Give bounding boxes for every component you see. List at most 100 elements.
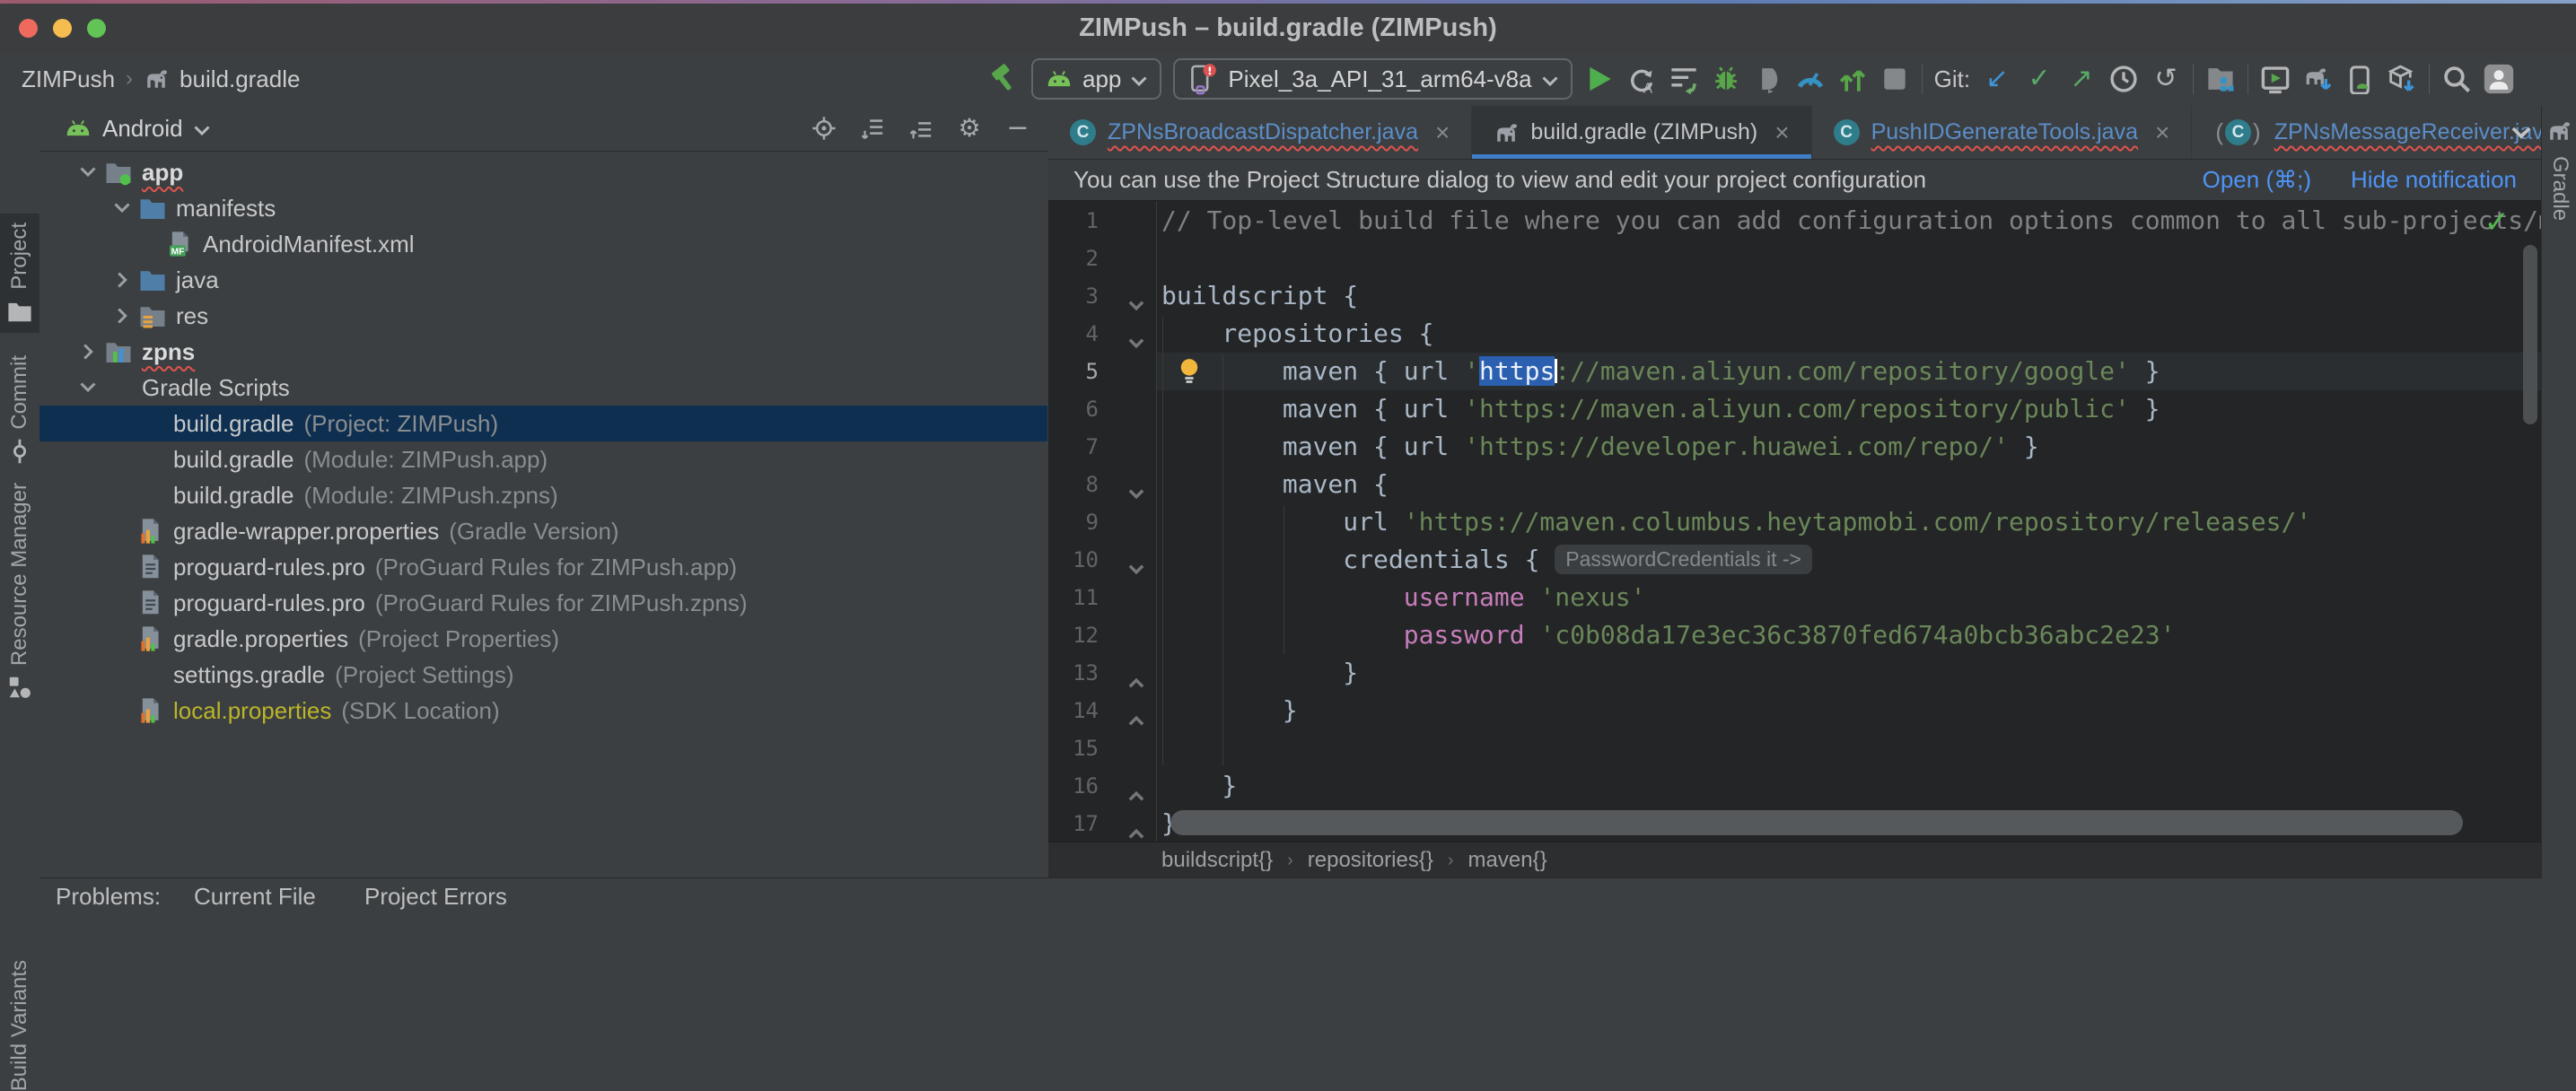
code-line[interactable]	[1157, 729, 2542, 767]
tree-item[interactable]: build.gradle(Project: ZIMPush)	[39, 406, 1047, 441]
locate-target-icon[interactable]	[811, 116, 837, 141]
tree-item[interactable]: zpns	[39, 334, 1047, 370]
fold-end-icon[interactable]	[1127, 816, 1145, 834]
attach-debugger-icon[interactable]	[1753, 64, 1783, 94]
code-editor[interactable]: 1234567891011121314151617 // Top-level b…	[1048, 202, 2542, 842]
tree-item[interactable]: build.gradle(Module: ZIMPush.app)	[39, 441, 1047, 477]
tree-item[interactable]: manifests	[39, 190, 1047, 226]
chevron-down-icon[interactable]	[80, 164, 105, 180]
vertical-scrollbar[interactable]	[2523, 245, 2537, 424]
breadcrumb-file[interactable]: build.gradle	[180, 65, 300, 93]
build-hammer-icon[interactable]	[989, 64, 1020, 94]
chevron-down-icon[interactable]	[80, 380, 105, 396]
code-line[interactable]: buildscript {	[1157, 277, 2542, 315]
fold-open-icon[interactable]	[1127, 326, 1145, 344]
stop-button[interactable]	[1879, 64, 1910, 94]
run-config-select[interactable]: app	[1031, 58, 1161, 100]
code-line[interactable]: }	[1157, 654, 2542, 692]
gradle-sync-icon[interactable]	[2302, 64, 2333, 94]
gradle-elephant-icon[interactable]	[2546, 118, 2572, 144]
fold-open-icon[interactable]	[1127, 552, 1145, 570]
expand-all-icon[interactable]	[860, 116, 885, 141]
git-commit-check-icon[interactable]: ✓	[2024, 64, 2055, 94]
tree-item[interactable]: local.properties(SDK Location)	[39, 693, 1047, 729]
breadcrumb-item[interactable]: repositories{}	[1308, 848, 1433, 873]
settings-gear-icon[interactable]: ⚙	[957, 116, 982, 141]
project-structure-icon[interactable]	[2205, 64, 2236, 94]
profile-avatar[interactable]	[2484, 64, 2514, 94]
run-tasks-list-icon[interactable]	[1669, 64, 1699, 94]
tree-item[interactable]: res	[39, 298, 1047, 334]
notification-hide-link[interactable]: Hide notification	[2351, 166, 2517, 194]
code-line[interactable]: }	[1157, 767, 2542, 805]
fold-open-icon[interactable]	[1127, 288, 1145, 306]
run-button[interactable]	[1584, 64, 1615, 94]
tool-button-commit[interactable]: Commit	[0, 355, 39, 464]
breadcrumb-item[interactable]: maven{}	[1468, 848, 1547, 873]
editor-tab[interactable]: build.gradle (ZIMPush)×	[1472, 106, 1811, 159]
code-line[interactable]: maven { url 'https://maven.aliyun.com/re…	[1157, 353, 2542, 390]
intention-bulb-icon[interactable]	[1176, 358, 1203, 385]
code-line[interactable]	[1157, 240, 2542, 277]
tool-button-project[interactable]: Project	[0, 214, 39, 333]
inspections-ok-icon[interactable]: ✓	[2484, 204, 2510, 241]
sdk-manager-icon[interactable]	[2387, 64, 2417, 94]
breadcrumb-project[interactable]: ZIMPush	[22, 65, 115, 93]
close-tab-icon[interactable]: ×	[2155, 118, 2169, 147]
code-line[interactable]: credentials { PasswordCredentials it ->	[1157, 541, 2542, 579]
close-tab-icon[interactable]: ×	[1774, 118, 1789, 147]
hidden-tabs-chevron-icon[interactable]	[2511, 106, 2531, 160]
code-line[interactable]: maven {	[1157, 466, 2542, 503]
apply-code-changes-icon[interactable]	[1837, 64, 1868, 94]
tree-item[interactable]: MFAndroidManifest.xml	[39, 226, 1047, 262]
running-devices-icon[interactable]	[2260, 64, 2291, 94]
editor-tab[interactable]: CZPNsBroadcastDispatcher.java×	[1048, 106, 1472, 159]
tree-item[interactable]: settings.gradle(Project Settings)	[39, 657, 1047, 693]
tree-item[interactable]: gradle.properties(Project Properties)	[39, 621, 1047, 657]
apply-activity-changes-icon[interactable]: A	[1626, 64, 1657, 94]
code-line[interactable]: maven { url 'https://maven.aliyun.com/re…	[1157, 390, 2542, 428]
horizontal-scrollbar[interactable]	[1170, 810, 2463, 835]
chevron-down-icon[interactable]	[114, 200, 139, 216]
profiler-button[interactable]	[1795, 64, 1826, 94]
chevron-down-icon[interactable]	[194, 115, 210, 143]
editor-tab[interactable]: (C)ZPNsMessageReceiver.java×	[2192, 106, 2542, 159]
fold-end-icon[interactable]	[1127, 703, 1145, 720]
fold-open-icon[interactable]	[1127, 476, 1145, 494]
history-clock-icon[interactable]	[2108, 64, 2139, 94]
code-line[interactable]: password 'c0b08da17e3ec36c3870fed674a0bc…	[1157, 616, 2542, 654]
tree-item[interactable]: app	[39, 154, 1047, 190]
code-line[interactable]: maven { url 'https://developer.huawei.co…	[1157, 428, 2542, 466]
tree-item[interactable]: build.gradle(Module: ZIMPush.zpns)	[39, 477, 1047, 513]
editor-tab[interactable]: CPushIDGenerateTools.java×	[1812, 106, 2193, 159]
project-view-selector[interactable]: Android	[102, 115, 183, 143]
tool-button-build-variants[interactable]: Build Variants	[0, 960, 39, 1091]
git-update-icon[interactable]: ↙	[1982, 64, 2012, 94]
close-tab-icon[interactable]: ×	[1435, 118, 1450, 147]
code-line[interactable]: repositories {	[1157, 315, 2542, 353]
chevron-right-icon[interactable]	[114, 272, 139, 288]
tool-button-gradle[interactable]: Gradle	[2547, 156, 2572, 221]
chevron-right-icon[interactable]	[80, 344, 105, 360]
tool-button-resource-manager[interactable]: Resource Manager	[0, 483, 39, 700]
device-select[interactable]: Pixel_3a_API_31_arm64-v8a	[1173, 58, 1572, 100]
fold-end-icon[interactable]	[1127, 665, 1145, 683]
code-lines[interactable]: // Top-level build file where you can ad…	[1157, 202, 2542, 842]
chevron-right-icon[interactable]	[114, 308, 139, 324]
code-line[interactable]: }	[1157, 692, 2542, 729]
rollback-icon[interactable]: ↺	[2151, 64, 2181, 94]
git-push-icon[interactable]: ↗	[2066, 64, 2097, 94]
code-line[interactable]: url 'https://maven.columbus.heytapmobi.c…	[1157, 503, 2542, 541]
hide-panel-icon[interactable]: −	[1005, 116, 1030, 141]
search-everywhere-icon[interactable]	[2441, 64, 2472, 94]
collapse-all-icon[interactable]	[908, 116, 933, 141]
tree-item[interactable]: Gradle Scripts	[39, 370, 1047, 406]
fold-end-icon[interactable]	[1127, 778, 1145, 796]
breadcrumb-item[interactable]: buildscript{}	[1161, 848, 1273, 873]
device-manager-icon[interactable]	[2344, 64, 2375, 94]
debug-button[interactable]	[1711, 64, 1741, 94]
tree-item[interactable]: proguard-rules.pro(ProGuard Rules for ZI…	[39, 585, 1047, 621]
tree-item[interactable]: proguard-rules.pro(ProGuard Rules for ZI…	[39, 549, 1047, 585]
code-line[interactable]: username 'nexus'	[1157, 579, 2542, 616]
tree-item[interactable]: gradle-wrapper.properties(Gradle Version…	[39, 513, 1047, 549]
